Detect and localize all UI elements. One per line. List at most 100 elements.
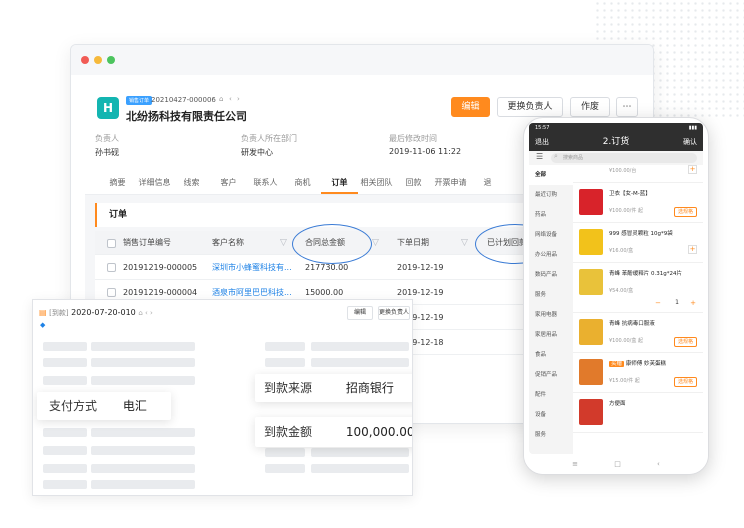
tablet-box-image bbox=[579, 269, 603, 295]
tab-returns[interactable]: 退 bbox=[469, 171, 506, 194]
payment-source-value: 招商银行 bbox=[345, 381, 394, 395]
minus-icon[interactable]: − bbox=[655, 299, 661, 307]
select-all-checkbox[interactable] bbox=[107, 239, 116, 248]
edit-button[interactable]: 编辑 bbox=[451, 97, 490, 117]
placeholder-bar bbox=[311, 448, 409, 457]
tab-details[interactable]: 详细信息 bbox=[136, 171, 173, 194]
category-item[interactable]: 配件 bbox=[529, 385, 573, 405]
payment-number: 2020-07-20-010 bbox=[71, 308, 136, 317]
back-button[interactable]: 退出 bbox=[535, 133, 549, 151]
quantity-value[interactable]: 1 bbox=[675, 299, 679, 306]
select-spec-button[interactable]: 选规格 bbox=[673, 377, 697, 387]
more-button[interactable]: ⋯ bbox=[616, 97, 638, 117]
select-spec-button[interactable]: 选规格 bbox=[673, 337, 697, 347]
void-button[interactable]: 作废 bbox=[570, 97, 610, 117]
product-price: ¥100.00/台 bbox=[609, 168, 637, 174]
product-item[interactable]: 青峰 苯酚缓释片 0.31g*24片 ¥54.00/盒 − 1 + bbox=[573, 263, 703, 313]
tab-invoice[interactable]: 开票申请 bbox=[432, 171, 469, 194]
add-icon[interactable]: + bbox=[688, 165, 697, 174]
company-name: 北纷扬科技有限责任公司 bbox=[126, 110, 247, 123]
category-item[interactable]: 药品 bbox=[529, 205, 573, 225]
category-item[interactable]: 办公用品 bbox=[529, 245, 573, 265]
col-date: 下单日期 bbox=[397, 238, 429, 247]
tab-payments[interactable]: 回款 bbox=[395, 171, 432, 194]
gift-badge: 买赠 bbox=[609, 361, 625, 367]
back-nav-icon[interactable]: ‹ bbox=[657, 460, 660, 468]
signal-icon: ▮▮▮ bbox=[688, 125, 697, 131]
category-item[interactable]: 设备 bbox=[529, 405, 573, 425]
info-owner: 负责人 孙书砚 bbox=[95, 133, 119, 158]
payment-source-label: 到款来源 bbox=[264, 381, 313, 395]
category-item[interactable]: 数码产品 bbox=[529, 265, 573, 285]
placeholder-bar bbox=[91, 358, 195, 367]
category-item[interactable]: 家用电器 bbox=[529, 305, 573, 325]
amount-highlight-circle bbox=[292, 224, 372, 264]
record-tag: 销售订单 bbox=[126, 96, 153, 105]
plus-icon[interactable]: + bbox=[690, 299, 696, 307]
record-number: 20210427-000006 bbox=[151, 96, 216, 104]
product-item[interactable]: 999 感冒灵颗粒 10g*9袋 ¥16.00/盒 + bbox=[573, 223, 703, 263]
payment-method-label: 支付方式 bbox=[49, 399, 98, 413]
placeholder-bar bbox=[43, 342, 87, 351]
placeholder-bar bbox=[91, 342, 195, 351]
payment-change-owner-button[interactable]: 更换负责人 bbox=[378, 306, 410, 320]
customer-link[interactable]: 深圳市小蜂蜜科技有... bbox=[212, 255, 292, 280]
tab-opportunities[interactable]: 商机 bbox=[284, 171, 321, 194]
prev-icon[interactable]: ‹ bbox=[229, 95, 232, 103]
row-checkbox[interactable] bbox=[107, 263, 116, 272]
category-item[interactable]: 全部 bbox=[529, 165, 573, 185]
home-nav-icon[interactable]: □ bbox=[614, 460, 621, 468]
menu-icon[interactable]: ☰ bbox=[536, 152, 543, 161]
payment-method-value: 电汇 bbox=[122, 399, 147, 413]
tab-contacts[interactable]: 联系人 bbox=[247, 171, 284, 194]
col-order-no: 销售订单编号 bbox=[123, 238, 171, 247]
select-spec-button[interactable]: 选规格 bbox=[673, 207, 697, 217]
placeholder-bar bbox=[311, 342, 409, 351]
placeholder-bar bbox=[91, 446, 195, 455]
product-name: 999 感冒灵颗粒 10g*9袋 bbox=[609, 231, 673, 237]
minimize-dot[interactable] bbox=[94, 56, 102, 64]
tab-customers[interactable]: 客户 bbox=[210, 171, 247, 194]
link-icon: ◆ bbox=[40, 321, 46, 329]
product-item[interactable]: 方便面 bbox=[573, 393, 703, 433]
medicine-box-image bbox=[579, 229, 603, 255]
filter-icon[interactable]: ▽ bbox=[280, 231, 287, 255]
product-item[interactable]: 卫衣【女-M-蓝】 ¥100.00/件 起 选规格 bbox=[573, 183, 703, 223]
payment-edit-button[interactable]: 编辑 bbox=[347, 306, 373, 320]
tab-team[interactable]: 相关团队 bbox=[358, 171, 395, 194]
tab-leads[interactable]: 线索 bbox=[173, 171, 210, 194]
change-owner-button[interactable]: 更换负责人 bbox=[497, 97, 563, 117]
next-icon[interactable]: › bbox=[237, 95, 240, 103]
product-price: ¥54.00/盒 bbox=[609, 288, 634, 294]
placeholder-bar bbox=[311, 464, 409, 473]
category-item[interactable]: 食品 bbox=[529, 345, 573, 365]
category-item[interactable]: 最近订购 bbox=[529, 185, 573, 205]
product-item[interactable]: 买赠 康师傅 妙芙蛋糕 ¥15.00/件 起 选规格 bbox=[573, 353, 703, 393]
filter-icon[interactable]: ▽ bbox=[372, 231, 379, 255]
owner-label: 负责人 bbox=[95, 134, 119, 143]
tab-summary[interactable]: 摘要 bbox=[99, 171, 136, 194]
payment-amount-value: 100,000.00 bbox=[345, 425, 413, 439]
payment-window: ▤ [到款] 2020-07-20-010 ⌂ ‹ › ◆ 编辑 更换负责人 支… bbox=[32, 299, 413, 496]
category-item[interactable]: 促销产品 bbox=[529, 365, 573, 385]
tab-orders[interactable]: 订单 bbox=[321, 171, 358, 194]
menu-nav-icon[interactable]: ≡ bbox=[572, 460, 578, 468]
search-icon: ⌕ bbox=[554, 152, 558, 160]
product-item[interactable]: 青峰 抗病毒口服液 ¥100.00/盒 起 选规格 bbox=[573, 313, 703, 353]
order-no: 20191219-000005 bbox=[123, 263, 198, 272]
category-item[interactable]: 服务 bbox=[529, 425, 573, 445]
payment-amount-card: 到款金额 100,000.00 bbox=[255, 417, 413, 447]
product-item[interactable]: ¥100.00/台 + bbox=[573, 143, 703, 183]
category-item[interactable]: 家居用品 bbox=[529, 325, 573, 345]
category-item[interactable]: 网络设备 bbox=[529, 225, 573, 245]
category-item[interactable]: 服务 bbox=[529, 285, 573, 305]
info-modified: 最后修改时间 2019-11-06 11:22 bbox=[389, 133, 461, 156]
maximize-dot[interactable] bbox=[107, 56, 115, 64]
product-name: 青峰 抗病毒口服液 bbox=[609, 321, 655, 327]
filter-icon[interactable]: ▽ bbox=[461, 231, 468, 255]
row-checkbox[interactable] bbox=[107, 288, 116, 297]
add-icon[interactable]: + bbox=[688, 245, 697, 254]
phone-nav-bar: ≡ □ ‹ bbox=[524, 454, 708, 474]
close-dot[interactable] bbox=[81, 56, 89, 64]
noodles-image bbox=[579, 399, 603, 425]
